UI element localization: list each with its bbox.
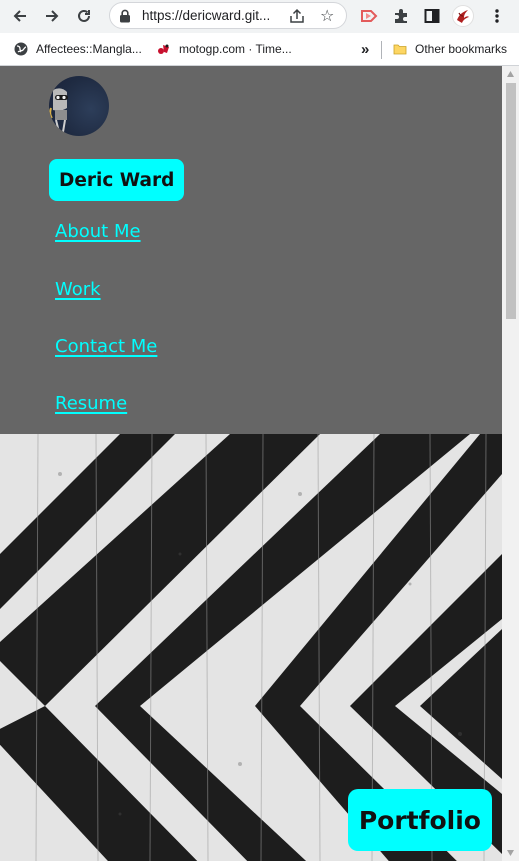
bookmark-star-icon[interactable]: ☆ — [320, 6, 334, 25]
share-icon[interactable] — [288, 7, 306, 25]
globe-icon — [14, 42, 28, 56]
browser-toolbar: https://dericward.git... ☆ — [0, 0, 519, 33]
bookmark-item[interactable]: motogp.com · Time... — [157, 40, 292, 58]
scroll-down-arrow-icon[interactable] — [506, 849, 515, 857]
arrow-right-icon — [46, 10, 59, 22]
page-viewport: Deric Ward About Me Work Contact Me Resu… — [0, 66, 502, 861]
site-header: Deric Ward About Me Work Contact Me Resu… — [0, 66, 502, 434]
bookmark-item[interactable]: Affectees::Mangla... — [14, 40, 142, 58]
scroll-up-arrow-icon[interactable] — [506, 70, 515, 78]
url-text: https://dericward.git... — [142, 8, 271, 23]
forward-button[interactable] — [40, 5, 64, 27]
bookmarks-bar: Affectees::Mangla... motogp.com · Time..… — [0, 33, 519, 66]
lock-icon — [120, 9, 130, 23]
bookmark-label: Affectees::Mangla... — [36, 42, 142, 56]
other-bookmarks-label: Other bookmarks — [415, 42, 508, 56]
avatar — [49, 76, 109, 136]
profile-avatar-icon[interactable] — [452, 5, 474, 27]
folder-icon — [393, 44, 407, 55]
arrow-left-icon — [13, 10, 26, 22]
hero-section: Portfolio — [0, 434, 502, 861]
portfolio-button[interactable]: Portfolio — [347, 789, 492, 851]
nav-link-contact-me[interactable]: Contact Me — [55, 336, 157, 357]
side-panel-icon[interactable] — [421, 5, 443, 27]
motogp-logo-icon — [158, 44, 169, 54]
bookmark-label: motogp.com · Time... — [179, 42, 292, 56]
other-bookmarks-folder[interactable]: Other bookmarks — [393, 40, 507, 58]
browser-menu-icon[interactable] — [486, 5, 508, 27]
back-button[interactable] — [8, 5, 32, 27]
nav-link-work[interactable]: Work — [55, 279, 101, 300]
nav-link-about-me[interactable]: About Me — [55, 221, 141, 242]
bookmarks-divider — [381, 41, 382, 59]
nav-link-resume[interactable]: Resume — [55, 393, 127, 414]
reload-button[interactable] — [72, 5, 96, 27]
puzzle-icon[interactable] — [390, 5, 412, 27]
scroll-thumb[interactable] — [506, 83, 516, 319]
browser-chrome: https://dericward.git... ☆ Affectees::Ma… — [0, 0, 519, 66]
reload-icon — [78, 9, 90, 22]
page-scrollbar[interactable] — [502, 66, 519, 861]
avatar-figure-image — [49, 88, 68, 133]
site-name-badge[interactable]: Deric Ward — [49, 159, 185, 201]
bookmarks-overflow-button[interactable]: » — [361, 40, 369, 58]
extension-red-play-icon[interactable] — [358, 5, 380, 27]
address-bar[interactable]: https://dericward.git... ☆ — [109, 2, 347, 29]
